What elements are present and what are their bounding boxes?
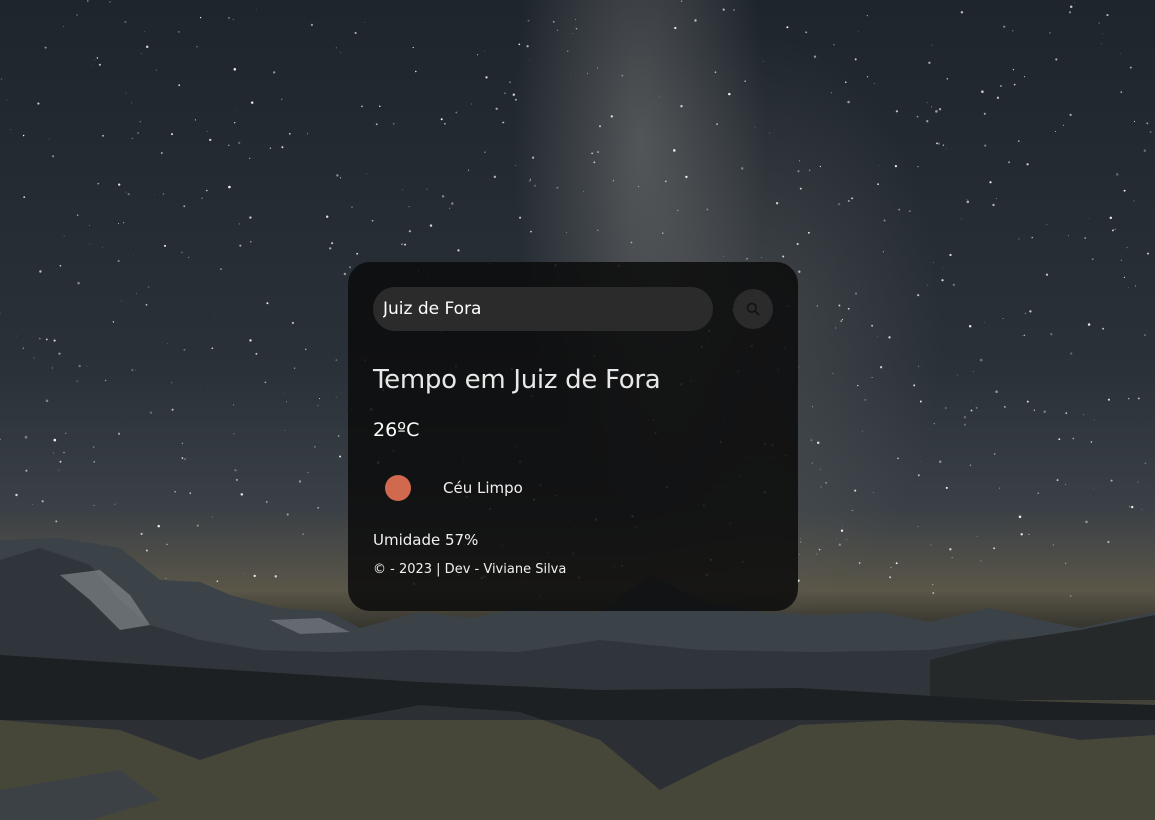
- city-search-input[interactable]: [373, 287, 713, 331]
- search-bar: [373, 287, 773, 331]
- sun-icon: [385, 475, 411, 501]
- weather-description: Céu Limpo: [443, 479, 523, 497]
- search-button[interactable]: [733, 289, 773, 329]
- weather-title: Tempo em Juiz de Fora: [373, 365, 661, 395]
- search-icon: [746, 302, 760, 316]
- humidity: Umidade 57%: [373, 531, 479, 549]
- weather-card: Tempo em Juiz de Fora 26ºC Céu Limpo Umi…: [348, 262, 798, 611]
- temperature: 26ºC: [373, 419, 420, 441]
- footer-credits: © - 2023 | Dev - Viviane Silva: [373, 562, 567, 577]
- weather-description-row: Céu Limpo: [373, 474, 773, 502]
